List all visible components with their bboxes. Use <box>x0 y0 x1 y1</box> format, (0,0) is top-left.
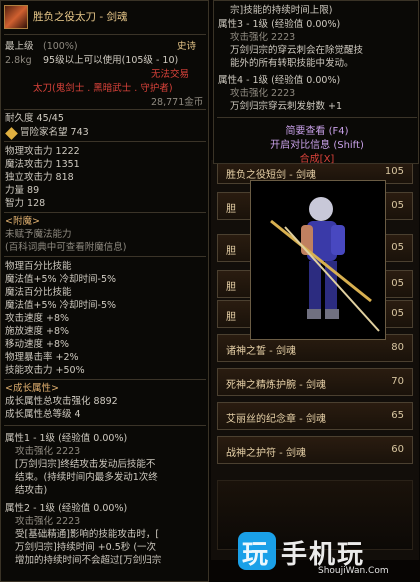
item-name: 诸神之誓 - 剑魂 <box>226 346 296 357</box>
attribute-2-desc: 增加的持续时间不会超过[万剑归宗 <box>15 555 162 566</box>
weapon-class: 太刀(鬼剑士 . 黑暗武士 . 守护者) <box>33 83 173 94</box>
stat-line: 物理攻击力 1222 <box>5 146 80 157</box>
reputation: 冒险家名望 743 <box>20 127 89 138</box>
attribute-3-desc: 能外的所有转职技能中发动。 <box>230 58 354 69</box>
skill-bonus: 技能攻击力 +50% <box>5 365 85 376</box>
no-trade: 无法交易 <box>151 69 190 80</box>
level-requirement: 95级以上可以使用(105级 - 10) <box>43 55 179 66</box>
enchant-none: 未赋予魔法能力 <box>5 229 72 240</box>
item-name: 战神之护符 - 剑魂 <box>226 448 306 459</box>
attribute-3-strength: 攻击强化 2223 <box>230 32 296 43</box>
growth-header: <成长属性> <box>5 383 59 394</box>
item-name: 胆 <box>226 312 236 323</box>
attribute-1-strength: 攻击强化 2223 <box>15 446 81 457</box>
item-level: 05 <box>391 278 404 289</box>
attribute-1: 属性1 - 1级 (经验值 0.00%) <box>5 433 128 444</box>
item-tooltip: 胜负之役太刀 - 剑魂 最上级 (100%) 史诗 2.8kg 95级以上可以使… <box>0 0 209 582</box>
item-name: 死神之精炼护腕 - 剑魂 <box>226 380 326 391</box>
item-name: 胆 <box>226 282 236 293</box>
compare-info-button[interactable]: 开启对比信息 (Shift) <box>214 136 420 151</box>
growth-total: 成长属性总攻击强化 8892 <box>5 396 118 407</box>
stat-line: 力量 89 <box>5 185 40 196</box>
attribute-desc: 宗]技能的持续时间上限) <box>230 5 333 16</box>
item-level: 105 <box>384 166 404 177</box>
attribute-3: 属性3 - 1级 (经验值 0.00%) <box>218 19 341 30</box>
character-portrait <box>250 180 386 340</box>
item-name: 胆 <box>226 204 236 215</box>
skill-bonus: 魔法值+5% 冷却时间-5% <box>5 274 117 285</box>
watermark-url: ShoujiWan.Com <box>318 566 389 576</box>
grade-label: 最上级 <box>5 41 34 52</box>
weight: 2.8kg <box>5 55 32 66</box>
skill-bonus: 施放速度 +8% <box>5 326 70 337</box>
attribute-4: 属性4 - 1级 (经验值 0.00%) <box>218 75 341 86</box>
skill-bonus: 物理百分比技能 <box>5 261 72 272</box>
growth-points: 成长属性总等级 4 <box>5 409 81 420</box>
stat-line: 魔法攻击力 1351 <box>5 159 80 170</box>
attribute-2-desc: 受[基础精通]影响的技能攻击时，[ <box>15 529 160 540</box>
attribute-4-desc: 万剑归宗穿云刺发射数 +1 <box>230 101 343 112</box>
item-level: 60 <box>391 444 404 455</box>
swordsman-figure <box>270 197 380 332</box>
brief-view-button[interactable]: 简要查看 (F4) <box>214 122 420 137</box>
item-level: 65 <box>391 410 404 421</box>
attribute-2-desc: 万剑归宗]持续时间 +0.5秒 (一次 <box>15 542 157 553</box>
item-level: 05 <box>391 242 404 253</box>
enchant-hint: (百科词典中可查看附魔信息) <box>5 242 127 253</box>
stat-line: 独立攻击力 818 <box>5 172 74 183</box>
skill-bonus: 攻击速度 +8% <box>5 313 70 324</box>
attribute-2-strength: 攻击强化 2223 <box>15 516 81 527</box>
skill-bonus: 魔法值+5% 冷却时间-5% <box>5 300 117 311</box>
reputation-icon <box>5 127 18 140</box>
grade-pct: (100%) <box>43 41 78 52</box>
item-level: 05 <box>391 308 404 319</box>
enchant-header: <附魔> <box>5 216 40 227</box>
attribute-4-strength: 攻击强化 2223 <box>230 88 296 99</box>
attribute-3-desc: 万剑归宗的穿云刺会在除觉醒技 <box>230 45 364 56</box>
attribute-2: 属性2 - 1级 (经验值 0.00%) <box>5 503 128 514</box>
item-title: 胜负之役太刀 - 剑魂 <box>33 11 128 23</box>
attribute-1-desc: 结束。(持续时间内最多发动1次终 <box>15 472 158 483</box>
skill-bonus: 魔法百分比技能 <box>5 287 72 298</box>
list-item[interactable]: 战神之护符 - 剑魂 60 <box>217 436 413 464</box>
list-item[interactable]: 艾丽丝的纪念章 - 剑魂 65 <box>217 402 413 430</box>
sell-price: 28,771金币 <box>151 97 204 108</box>
item-level: 05 <box>391 200 404 211</box>
rarity-label: 史诗 <box>177 41 197 52</box>
durability: 耐久度 45/45 <box>5 113 64 124</box>
item-name: 艾丽丝的纪念章 - 剑魂 <box>226 414 326 425</box>
item-level: 80 <box>391 342 404 353</box>
attribute-1-desc: 结攻击) <box>15 485 48 496</box>
item-name: 胜负之役短剑 - 剑魂 <box>226 170 316 181</box>
weapon-icon <box>4 5 28 29</box>
item-name: 胆 <box>226 246 236 257</box>
item-level: 70 <box>391 376 404 387</box>
continued-tooltip: 宗]技能的持续时间上限) 属性3 - 1级 (经验值 0.00%) 攻击强化 2… <box>213 0 420 165</box>
skill-bonus: 移动速度 +8% <box>5 339 70 350</box>
combine-button[interactable]: 合成[X] <box>214 150 420 165</box>
stat-line: 智力 128 <box>5 198 46 209</box>
attribute-1-desc: [万剑归宗]终结攻击发动后技能不 <box>15 459 156 470</box>
watermark: 玩 手机玩 ShoujiWan.Com <box>238 528 414 578</box>
skill-bonus: 物理暴击率 +2% <box>5 352 79 363</box>
list-item[interactable]: 死神之精炼护腕 - 剑魂 70 <box>217 368 413 396</box>
